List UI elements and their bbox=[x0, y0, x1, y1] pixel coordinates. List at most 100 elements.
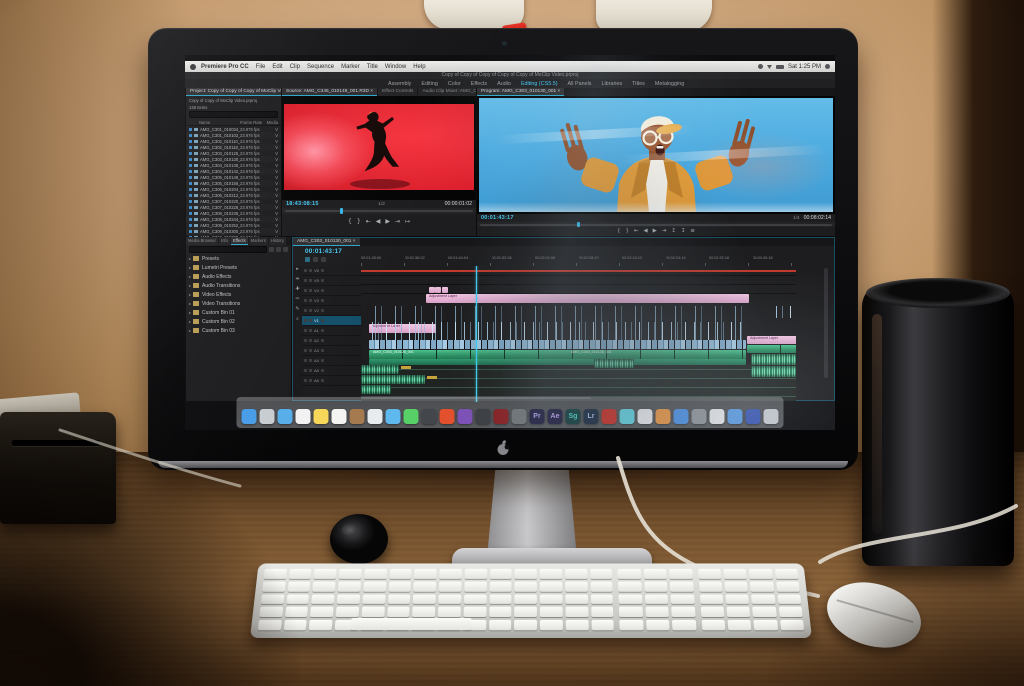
video-track-header[interactable]: V2 bbox=[302, 306, 361, 316]
dock-icon[interactable] bbox=[745, 409, 761, 424]
track-target-icon[interactable] bbox=[320, 329, 324, 332]
tool-icon[interactable]: ✂ bbox=[295, 296, 299, 302]
track-visibility-icon[interactable] bbox=[309, 289, 312, 292]
timeline-tab[interactable]: AMG_C303_010130_001 × bbox=[293, 238, 360, 246]
track-visibility-icon[interactable] bbox=[309, 319, 312, 322]
track-mute-icon[interactable] bbox=[304, 349, 307, 352]
project-clip-row[interactable]: AMG_C305_010149_001 23.976 fps V bbox=[186, 174, 281, 180]
effects-folder-row[interactable]: ▸ Custom Bin 01 bbox=[186, 308, 291, 317]
dock-icon[interactable] bbox=[619, 409, 635, 424]
effects-folder-row[interactable]: ▸ Audio Transitions bbox=[186, 281, 291, 290]
transport-button[interactable]: ⇥ bbox=[662, 228, 667, 234]
fx-filter-button[interactable] bbox=[283, 247, 288, 252]
audio-track-header[interactable]: A1 bbox=[302, 326, 361, 336]
green-video-clip[interactable] bbox=[747, 345, 796, 353]
dock-icon[interactable] bbox=[295, 409, 311, 424]
transport-button[interactable]: ⇥ bbox=[395, 219, 400, 225]
source-scrubber[interactable] bbox=[282, 208, 476, 214]
dock-icon[interactable] bbox=[727, 409, 743, 424]
track-lock-icon[interactable] bbox=[304, 299, 307, 302]
track-lock-icon[interactable] bbox=[304, 289, 307, 292]
dock-icon[interactable] bbox=[349, 409, 365, 424]
effects-tab[interactable]: Markers bbox=[248, 237, 268, 245]
video-clip-fragments[interactable] bbox=[369, 322, 746, 340]
track-lock-icon[interactable] bbox=[304, 319, 307, 322]
dock-icon[interactable] bbox=[709, 409, 725, 424]
transport-button[interactable]: { bbox=[617, 228, 620, 234]
project-clip-row[interactable]: AMG_C301_010102_001 23.976 fps V bbox=[186, 132, 281, 138]
project-panel-tab[interactable]: Project: Copy of Copy of Copy of MoClip … bbox=[186, 88, 281, 96]
disclosure-arrow-icon[interactable]: ▸ bbox=[189, 274, 191, 279]
project-search-input[interactable] bbox=[189, 111, 278, 118]
track-mute-icon[interactable] bbox=[304, 359, 307, 362]
transport-button[interactable]: ⇤ bbox=[366, 219, 371, 225]
menu-item[interactable]: Clip bbox=[290, 64, 300, 70]
workspace-tab[interactable]: Editing (CS5.5) bbox=[516, 81, 563, 87]
effects-tab[interactable]: Effects bbox=[230, 237, 248, 245]
disclosure-arrow-icon[interactable]: ▸ bbox=[189, 310, 191, 315]
pink-marker-clip[interactable] bbox=[435, 287, 441, 293]
effects-folder-row[interactable]: ▸ Lumetri Presets bbox=[186, 263, 291, 272]
transport-button[interactable]: } bbox=[357, 219, 361, 225]
dock-icon[interactable] bbox=[511, 409, 527, 424]
menu-item[interactable]: Marker bbox=[341, 64, 360, 70]
project-clip-row[interactable]: AMG_C307_010228_001 23.976 fps V bbox=[186, 204, 281, 210]
fx-filter-button[interactable] bbox=[269, 247, 274, 252]
project-clip-row[interactable]: AMG_C301_010034_001 23.976 fps V bbox=[186, 126, 281, 132]
transport-button[interactable]: ◀ bbox=[376, 219, 381, 225]
green-video-clip[interactable] bbox=[369, 350, 746, 359]
dock-icon[interactable] bbox=[403, 409, 419, 424]
video-track-header[interactable]: V3 bbox=[302, 296, 361, 306]
audio-waveform-clip[interactable] bbox=[751, 354, 796, 365]
dock-icon[interactable] bbox=[673, 409, 689, 424]
project-clip-row[interactable]: AMG_C303_010130_001 23.976 fps V bbox=[186, 156, 281, 162]
workspace-tab[interactable]: Color bbox=[443, 81, 466, 87]
effects-folder-row[interactable]: ▸ Custom Bin 03 bbox=[186, 326, 291, 335]
project-clip-row[interactable]: AMG_C302_010118_001 23.976 fps V bbox=[186, 144, 281, 150]
track-target-icon[interactable] bbox=[320, 349, 324, 352]
adjustment-layer-clip[interactable]: Adjustment Layer bbox=[426, 294, 749, 303]
video-track-header[interactable]: V6 bbox=[302, 266, 361, 276]
effects-search-input[interactable] bbox=[189, 246, 267, 253]
source-zoom-level[interactable]: 1/2 bbox=[378, 202, 385, 207]
track-visibility-icon[interactable] bbox=[309, 269, 312, 272]
source-tab[interactable]: Effect Controls bbox=[378, 88, 418, 96]
menu-item[interactable]: Help bbox=[413, 64, 425, 70]
app-menu-title[interactable]: Premiere Pro CC bbox=[201, 64, 249, 70]
effects-folder-row[interactable]: ▸ Video Transitions bbox=[186, 299, 291, 308]
dock-icon[interactable]: Pr bbox=[529, 409, 545, 424]
dock-icon[interactable] bbox=[331, 409, 347, 424]
workspace-tab[interactable]: Titles bbox=[627, 81, 650, 87]
playhead[interactable] bbox=[476, 266, 477, 402]
project-clip-row[interactable]: AMG_C304_010138_001 23.976 fps V bbox=[186, 162, 281, 168]
effects-folder-row[interactable]: ▸ Custom Bin 02 bbox=[186, 317, 291, 326]
audio-waveform-clip[interactable] bbox=[751, 366, 796, 377]
workspace-tab[interactable]: All Panels bbox=[563, 81, 597, 87]
track-target-icon[interactable] bbox=[320, 359, 324, 362]
project-clip-row[interactable]: AMG_C309_010252_001 23.976 fps V bbox=[186, 222, 281, 228]
audio-waveform-clip[interactable] bbox=[594, 359, 634, 368]
workspace-tab[interactable]: Audio bbox=[492, 81, 516, 87]
tool-icon[interactable]: ⇹ bbox=[295, 276, 299, 282]
effects-tab[interactable]: Media Browser bbox=[186, 237, 218, 245]
project-clip-row[interactable]: AMG_C308_010236_001 23.976 fps V bbox=[186, 210, 281, 216]
workspace-tab[interactable]: Libraries bbox=[596, 81, 627, 87]
project-clip-row[interactable]: AMG_C306_010204_001 23.976 fps V bbox=[186, 186, 281, 192]
track-target-icon[interactable] bbox=[320, 339, 324, 342]
dock-icon[interactable] bbox=[475, 409, 491, 424]
track-lock-icon[interactable] bbox=[304, 279, 307, 282]
track-mute-icon[interactable] bbox=[304, 379, 307, 382]
track-solo-icon[interactable] bbox=[309, 339, 312, 342]
dock-icon[interactable] bbox=[277, 409, 293, 424]
menubar-clock[interactable]: Sat 1:25 PM bbox=[788, 64, 821, 70]
transport-button[interactable]: ↧ bbox=[681, 228, 686, 234]
track-target-icon[interactable] bbox=[320, 379, 324, 382]
disclosure-arrow-icon[interactable]: ▸ bbox=[189, 319, 191, 324]
track-solo-icon[interactable] bbox=[309, 359, 312, 362]
track-visibility-icon[interactable] bbox=[309, 309, 312, 312]
track-target-icon[interactable] bbox=[320, 319, 324, 322]
source-tab[interactable]: Source: AMG_C345_010149_001.R3D × bbox=[282, 88, 378, 96]
disclosure-arrow-icon[interactable]: ▸ bbox=[189, 328, 191, 333]
menu-item[interactable]: Sequence bbox=[307, 64, 334, 70]
effects-folder-row[interactable]: ▸ Presets bbox=[186, 254, 291, 263]
